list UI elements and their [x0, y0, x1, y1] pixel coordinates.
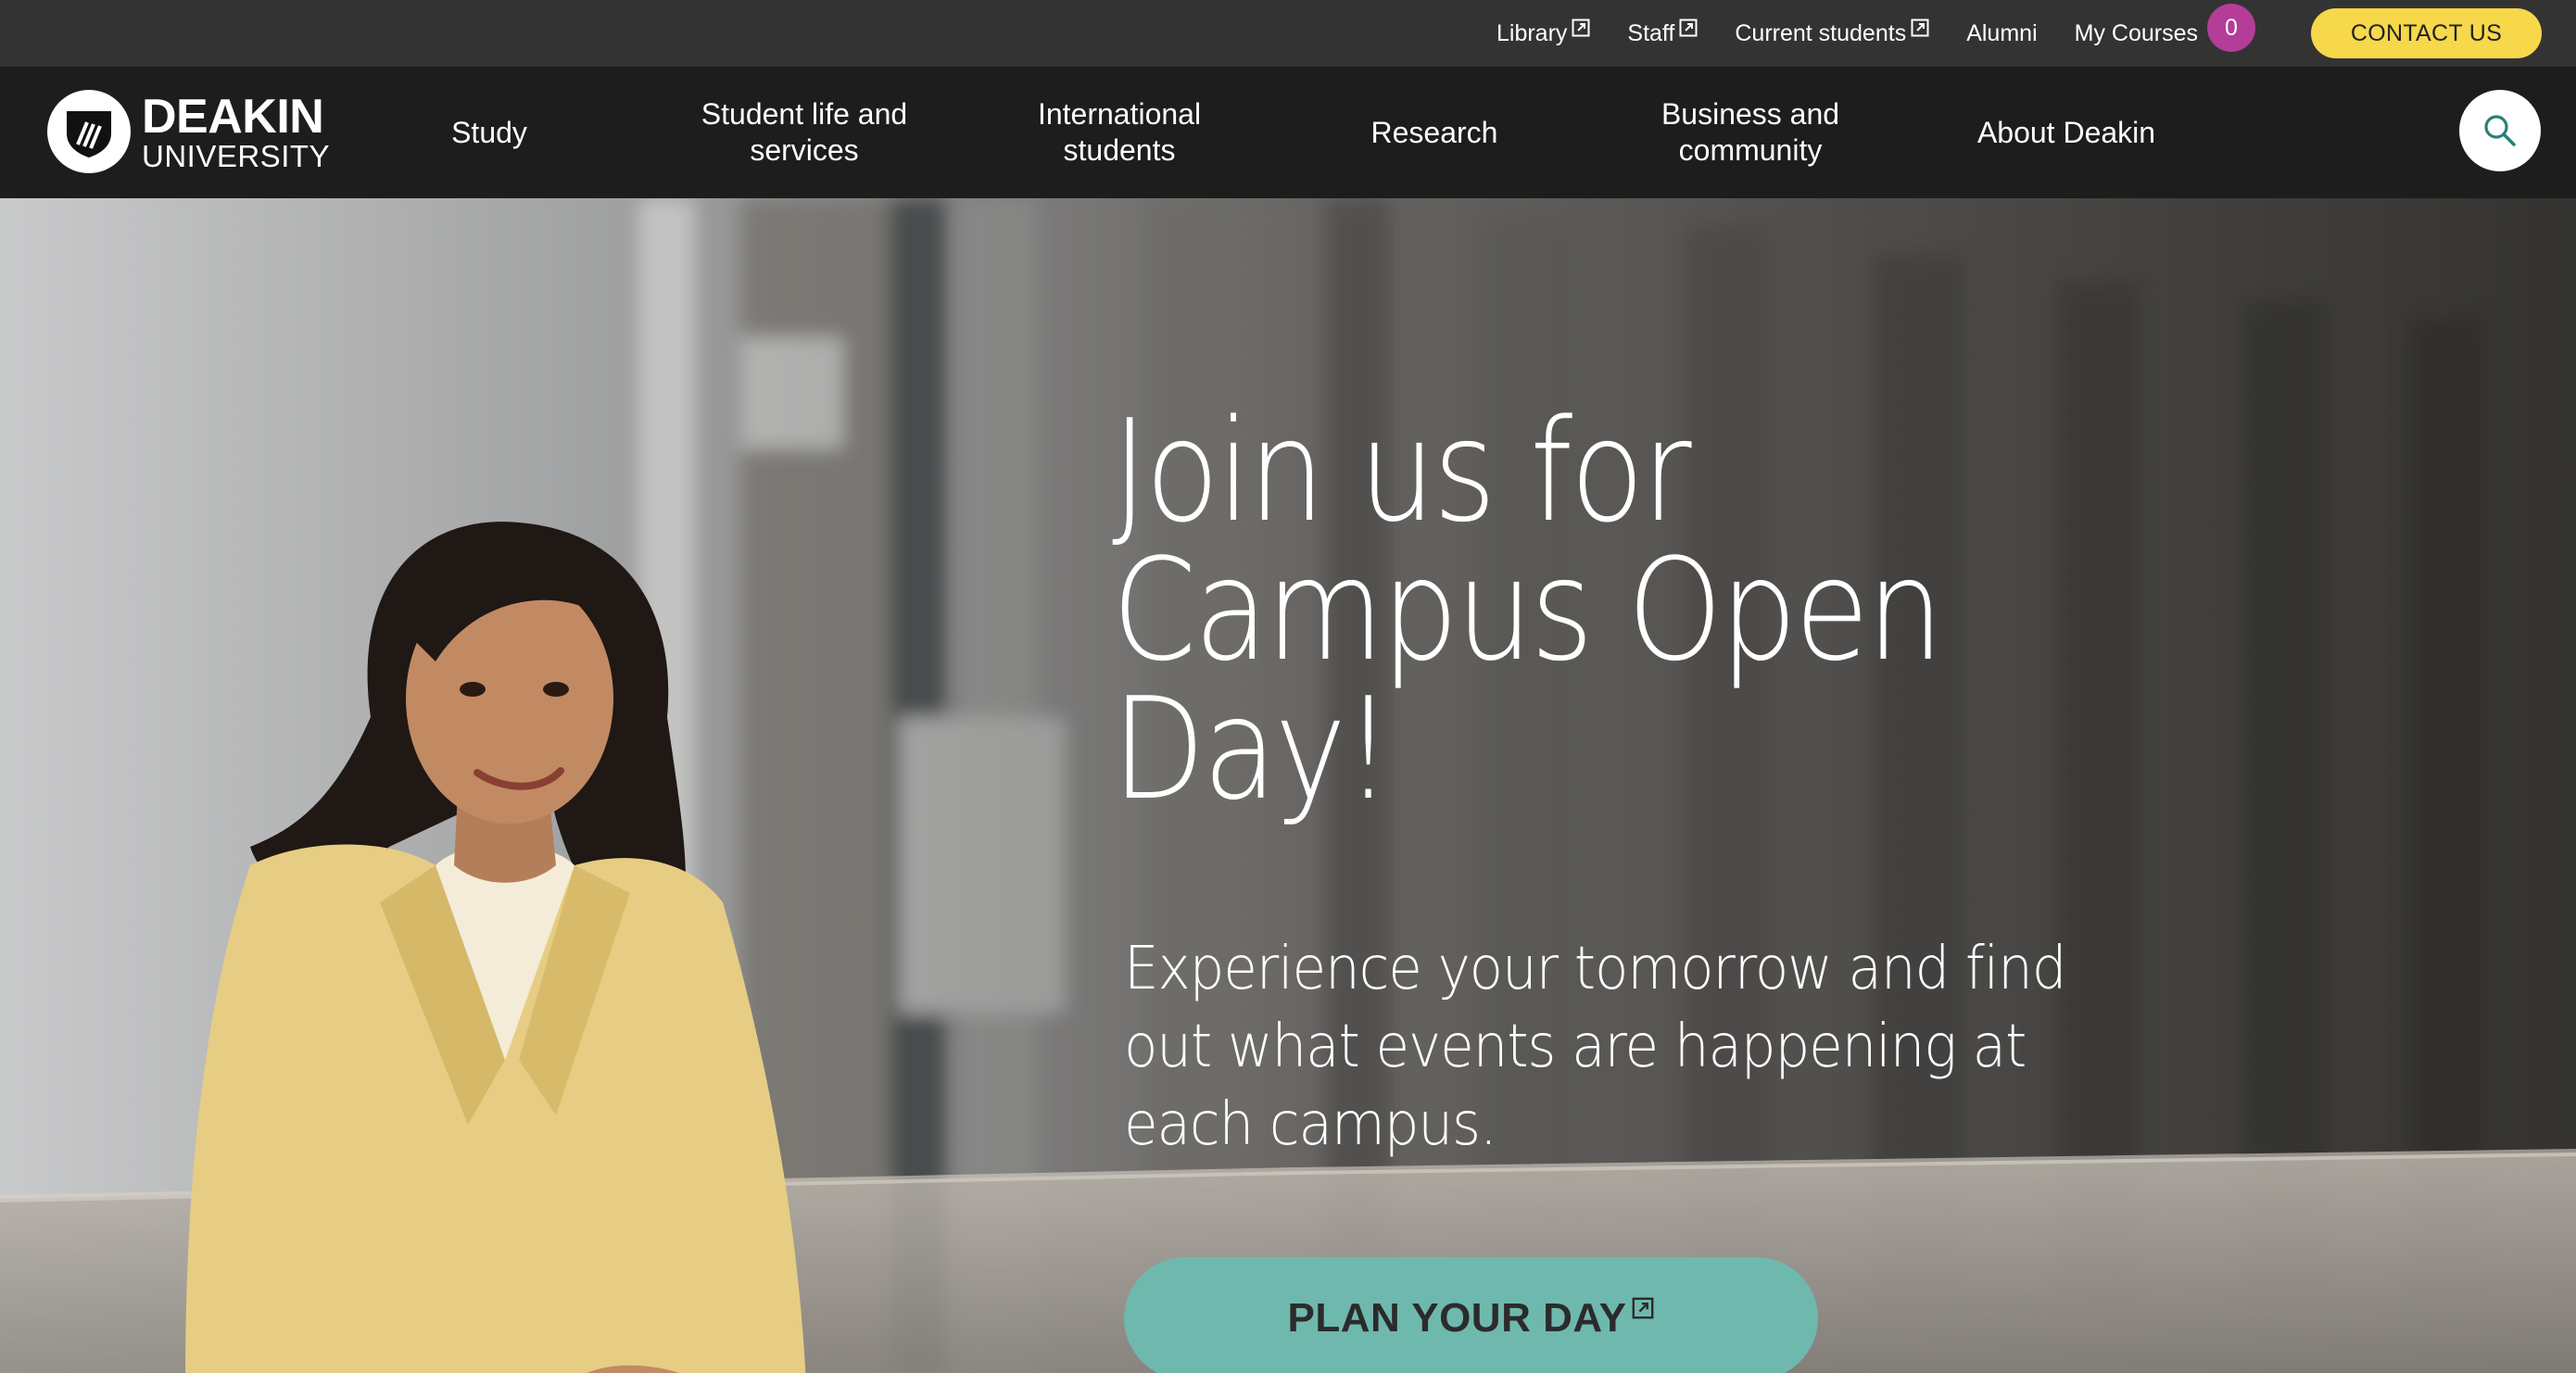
nav-item-research[interactable]: Research	[1314, 67, 1555, 198]
hero-title: Join us for Campus Open Day!	[1112, 389, 1944, 831]
external-link-icon	[1911, 19, 1929, 37]
my-courses-label: My Courses	[2074, 19, 2198, 46]
hero-banner: Join us for Campus Open Day! Experience …	[0, 198, 2576, 1373]
external-link-icon	[1572, 19, 1590, 37]
my-courses-count-badge: 0	[2207, 4, 2255, 52]
utility-link-staff[interactable]: Staff	[1627, 19, 1698, 46]
utility-link-alumni[interactable]: Alumni	[1966, 19, 2038, 46]
hero-subtitle: Experience your tomorrow and find out wh…	[1124, 935, 2067, 1159]
nav-item-study[interactable]: Study	[401, 67, 577, 198]
plan-your-day-label: PLAN YOUR DAY	[1287, 1295, 1627, 1341]
utility-link-label: Current students	[1735, 19, 1907, 46]
plan-your-day-button[interactable]: PLAN YOUR DAY	[1124, 1257, 1818, 1373]
utility-link-label: Staff	[1627, 19, 1675, 46]
logo-sub: UNIVERSITY	[142, 138, 331, 173]
search-icon	[2484, 115, 2516, 146]
contact-us-button[interactable]: CONTACT US	[2311, 8, 2542, 58]
search-button[interactable]	[2459, 90, 2541, 171]
utility-links: Library Staff Current students Alumni My…	[1459, 4, 2255, 52]
utility-link-library[interactable]: Library	[1496, 19, 1590, 46]
utility-bar: Library Staff Current students Alumni My…	[0, 0, 2576, 67]
logo-name: DEAKIN	[142, 89, 324, 144]
logo-wordmark: DEAKIN UNIVERSITY	[142, 93, 330, 171]
external-link-icon	[1679, 19, 1698, 37]
external-link-icon	[1632, 1297, 1654, 1319]
utility-link-label: Alumni	[1966, 19, 2038, 46]
nav-item-about-deakin[interactable]: About Deakin	[1940, 67, 2192, 198]
main-nav: DEAKIN UNIVERSITY Study Student life and…	[0, 67, 2576, 198]
my-courses-link[interactable]: My Courses 0	[2074, 4, 2255, 52]
deakin-logo[interactable]: DEAKIN UNIVERSITY	[47, 89, 330, 174]
deakin-shield-logo-icon	[47, 90, 131, 173]
utility-link-label: Library	[1496, 19, 1568, 46]
nav-item-student-life[interactable]: Student life and services	[665, 67, 943, 198]
utility-link-current-students[interactable]: Current students	[1735, 19, 1929, 46]
nav-item-international-students[interactable]: International students	[990, 67, 1249, 198]
nav-item-business-community[interactable]: Business and community	[1616, 67, 1885, 198]
